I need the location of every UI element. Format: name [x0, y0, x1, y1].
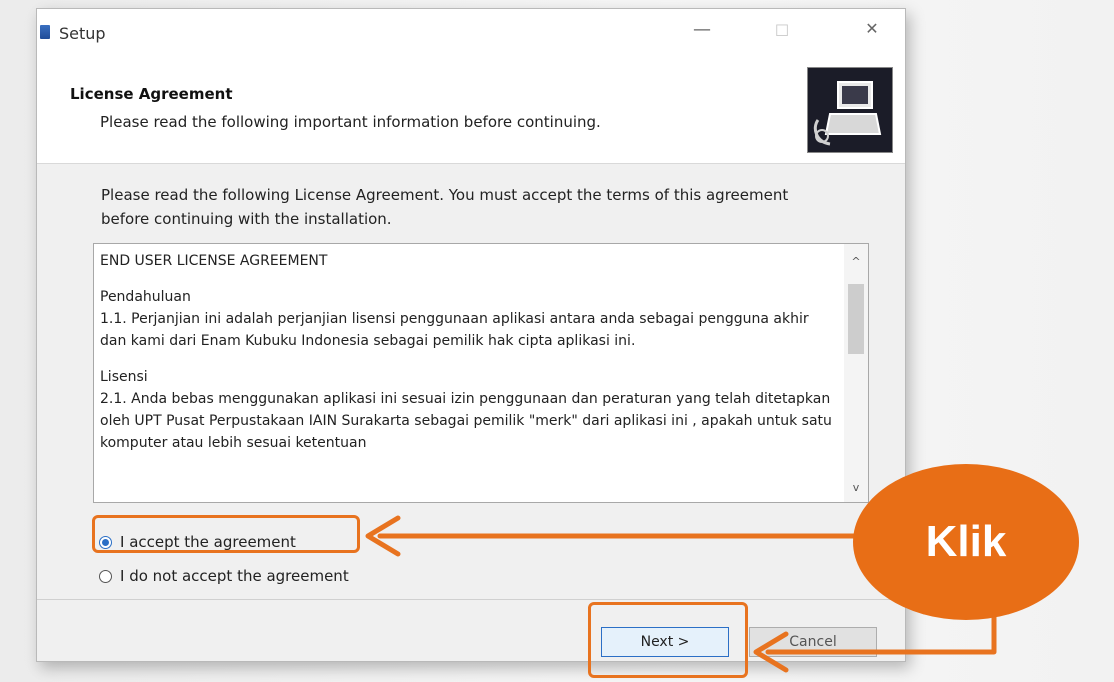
page-title: License Agreement — [70, 85, 233, 103]
license-paragraph: Pendahuluan 1.1. Perjanjian ini adalah p… — [100, 289, 809, 349]
license-paragraph: Lisensi 2.1. Anda bebas menggunakan apli… — [100, 369, 832, 451]
minimize-button[interactable]: — — [687, 19, 717, 40]
computer-setup-icon — [807, 67, 893, 153]
title-bar: Setup — ☐ ✕ — [37, 9, 905, 45]
maximize-button[interactable]: ☐ — [767, 21, 797, 40]
vertical-scrollbar[interactable]: ^ v — [844, 244, 868, 502]
reject-agreement-option[interactable]: I do not accept the agreement — [99, 567, 349, 585]
setup-window: Setup — ☐ ✕ License Agreement Please rea… — [36, 8, 906, 662]
page-subtitle: Please read the following important info… — [100, 113, 601, 131]
license-text: END USER LICENSE AGREEMENT Pendahuluan 1… — [100, 250, 836, 468]
intro-text: Please read the following License Agreem… — [101, 186, 789, 228]
scroll-up-arrow-icon[interactable]: ^ — [844, 250, 868, 274]
window-title: Setup — [59, 24, 106, 43]
license-paragraph: END USER LICENSE AGREEMENT — [100, 253, 328, 269]
accept-highlight-box — [92, 515, 360, 553]
reject-radio[interactable] — [99, 569, 112, 583]
klik-label: Klik — [925, 517, 1007, 566]
license-text-box[interactable]: END USER LICENSE AGREEMENT Pendahuluan 1… — [93, 243, 869, 503]
setup-app-icon — [40, 25, 50, 39]
scroll-down-arrow-icon[interactable]: v — [844, 476, 868, 500]
close-button[interactable]: ✕ — [857, 19, 887, 38]
scrollbar-thumb[interactable] — [848, 284, 864, 354]
footer-divider — [37, 599, 905, 600]
klik-callout: Klik — [853, 464, 1079, 620]
reject-label[interactable]: I do not accept the agreement — [120, 567, 349, 585]
next-highlight-box — [588, 602, 748, 678]
wizard-header: License Agreement Please read the follow… — [37, 45, 905, 164]
cancel-button[interactable]: Cancel — [749, 627, 877, 657]
